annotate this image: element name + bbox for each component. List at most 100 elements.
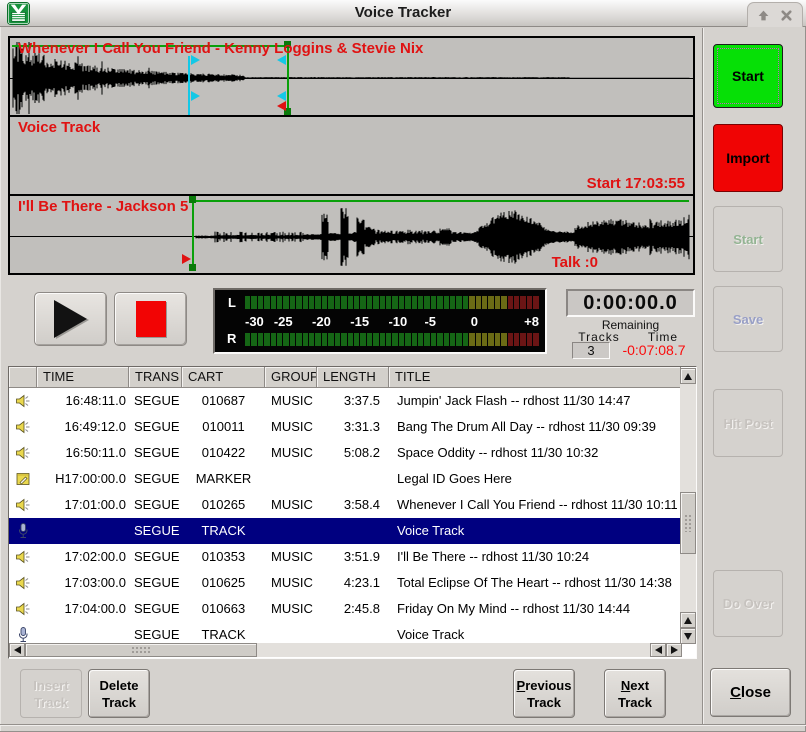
meter-segment bbox=[283, 333, 288, 346]
next-track-button[interactable]: Next Track bbox=[604, 669, 666, 718]
down-arrow-icon bbox=[684, 633, 692, 640]
meter-segment bbox=[341, 296, 346, 309]
meter-segment bbox=[315, 333, 320, 346]
right-arrow-icon bbox=[671, 646, 678, 654]
cell-time: 17:01:00.0 bbox=[37, 492, 129, 518]
track3-start-marker-handle-bottom[interactable] bbox=[189, 264, 196, 271]
window-bottom-highlight bbox=[0, 725, 806, 726]
previous-track-button[interactable]: Previous Track bbox=[513, 669, 575, 718]
meter-segment bbox=[348, 333, 353, 346]
log-table-body: 16:48:11.0SEGUE010687MUSIC3:37.5Jumpin' … bbox=[9, 388, 681, 648]
meter-segment bbox=[495, 296, 500, 309]
table-row[interactable]: 17:02:00.0SEGUE010353MUSIC3:51.9I'll Be … bbox=[9, 544, 681, 570]
cell-cart: 010422 bbox=[182, 440, 265, 466]
track2-title: Voice Track bbox=[18, 119, 100, 136]
horizontal-scroll-thumb[interactable] bbox=[25, 643, 257, 657]
play-icon bbox=[54, 300, 87, 338]
meter-segment bbox=[501, 333, 506, 346]
meter-segment bbox=[533, 333, 538, 346]
cell-title: Friday On My Mind -- rdhost 11/30 14:44 bbox=[389, 596, 681, 622]
meter-segment bbox=[380, 333, 385, 346]
meter-segment bbox=[424, 333, 429, 346]
vertical-scrollbar[interactable] bbox=[680, 368, 696, 644]
cell-title: Bang The Drum All Day -- rdhost 11/30 09… bbox=[389, 414, 681, 440]
meter-segment bbox=[277, 296, 282, 309]
cell-time bbox=[37, 518, 129, 544]
track1-waveform-panel: Whenever I Call You Friend - Kenny Loggi… bbox=[8, 36, 695, 117]
left-arrow-icon bbox=[655, 646, 662, 654]
shade-window-button[interactable] bbox=[755, 7, 771, 23]
horizontal-scrollbar[interactable] bbox=[9, 643, 682, 657]
meter-segment bbox=[520, 333, 525, 346]
meter-segment bbox=[335, 333, 340, 346]
vertical-scroll-thumb[interactable] bbox=[680, 492, 696, 554]
cell-group: MUSIC bbox=[265, 388, 317, 414]
table-row[interactable]: 17:01:00.0SEGUE010265MUSIC3:58.4Whenever… bbox=[9, 492, 681, 518]
meter-segment bbox=[290, 296, 295, 309]
play-button[interactable] bbox=[34, 292, 107, 346]
meter-segment bbox=[488, 296, 493, 309]
close-button[interactable]: Close bbox=[710, 668, 791, 717]
table-row[interactable]: 17:03:00.0SEGUE010625MUSIC4:23.1Total Ec… bbox=[9, 570, 681, 596]
table-row[interactable]: 16:49:12.0SEGUE010011MUSIC3:31.3Bang The… bbox=[9, 414, 681, 440]
meter-segment bbox=[348, 296, 353, 309]
import-button[interactable]: Import bbox=[713, 124, 783, 192]
column-header-length[interactable]: LENGTH bbox=[317, 367, 389, 388]
cell-length: 3:31.3 bbox=[317, 414, 389, 440]
meter-segment bbox=[264, 333, 269, 346]
meter-segment bbox=[399, 333, 404, 346]
meter-segment bbox=[271, 333, 276, 346]
meter-segment bbox=[354, 333, 359, 346]
track3-start-marker[interactable] bbox=[182, 254, 191, 264]
stop-button[interactable] bbox=[114, 292, 187, 346]
column-header-group[interactable]: GROUP bbox=[265, 367, 317, 388]
cell-group: MUSIC bbox=[265, 544, 317, 570]
meter-segment bbox=[277, 333, 282, 346]
column-header-time[interactable]: TIME bbox=[37, 367, 129, 388]
scroll-left-button[interactable] bbox=[9, 643, 25, 657]
column-header-title[interactable]: TITLE bbox=[389, 367, 681, 388]
close-window-button[interactable] bbox=[779, 7, 795, 23]
meter-segment bbox=[303, 296, 308, 309]
scroll-up-button-2[interactable] bbox=[680, 612, 696, 628]
window-controls bbox=[747, 2, 803, 27]
track1-fade-marker-line[interactable] bbox=[188, 56, 190, 115]
table-row[interactable]: 16:50:11.0SEGUE010422MUSIC5:08.2Space Od… bbox=[9, 440, 681, 466]
track3-start-marker-handle-top[interactable] bbox=[189, 196, 196, 203]
speaker-icon bbox=[9, 414, 37, 440]
scroll-left-button-2[interactable] bbox=[650, 643, 666, 657]
scroll-up-button[interactable] bbox=[680, 368, 696, 384]
cell-trans: SEGUE bbox=[129, 596, 182, 622]
table-row[interactable]: 17:04:00.0SEGUE010663MUSIC2:45.8Friday O… bbox=[9, 596, 681, 622]
table-row[interactable]: 16:48:11.0SEGUE010687MUSIC3:37.5Jumpin' … bbox=[9, 388, 681, 414]
track1-end-marker[interactable] bbox=[277, 101, 286, 111]
meter-segment bbox=[418, 296, 423, 309]
cell-group bbox=[265, 466, 317, 492]
delete-track-button[interactable]: Delete Track bbox=[88, 669, 150, 718]
meter-segment bbox=[367, 296, 372, 309]
track1-segue-fade-lower[interactable] bbox=[277, 91, 286, 101]
thumb-grip bbox=[131, 646, 151, 654]
start-record-button[interactable]: Start bbox=[713, 44, 783, 108]
note-marker-icon bbox=[9, 466, 37, 492]
track2-start-time: Start 17:03:55 bbox=[587, 175, 685, 192]
meter-segment bbox=[290, 333, 295, 346]
column-header-cart[interactable]: CART bbox=[182, 367, 265, 388]
meter-segment bbox=[341, 333, 346, 346]
table-row[interactable]: SEGUETRACKVoice Track bbox=[9, 518, 681, 544]
cell-cart: 010663 bbox=[182, 596, 265, 622]
scroll-down-button[interactable] bbox=[680, 628, 696, 644]
cell-cart: MARKER bbox=[182, 466, 265, 492]
table-row[interactable]: H17:00:00.0SEGUEMARKERLegal ID Goes Here bbox=[9, 466, 681, 492]
cell-title: I'll Be There -- rdhost 11/30 10:24 bbox=[389, 544, 681, 570]
meter-segment bbox=[488, 333, 493, 346]
column-header-trans[interactable]: TRANS bbox=[129, 367, 182, 388]
cell-time: 16:49:12.0 bbox=[37, 414, 129, 440]
track1-title: Whenever I Call You Friend - Kenny Loggi… bbox=[18, 40, 423, 57]
hit-post-button: Hit Post bbox=[713, 389, 783, 457]
track1-fade-marker-lower[interactable] bbox=[191, 91, 200, 101]
scroll-right-button[interactable] bbox=[666, 643, 682, 657]
column-header-icon[interactable] bbox=[9, 367, 37, 388]
speaker-icon bbox=[9, 570, 37, 596]
track3-start-marker-line[interactable] bbox=[192, 200, 194, 270]
